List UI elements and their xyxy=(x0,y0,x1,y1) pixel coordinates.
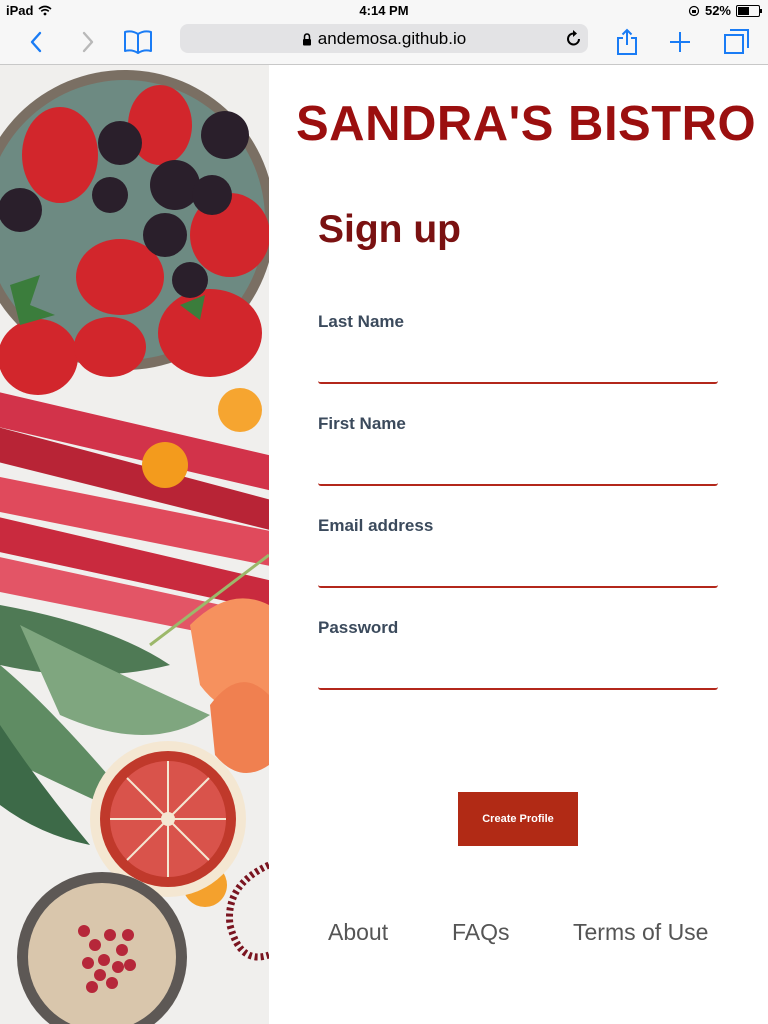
food-photo xyxy=(0,65,269,1024)
bookmarks-icon xyxy=(124,30,152,54)
bookmarks-button[interactable] xyxy=(122,26,154,58)
email-field: Email address xyxy=(318,516,718,600)
footer-link-about[interactable]: About xyxy=(328,919,388,946)
last-name-input[interactable] xyxy=(318,334,718,384)
forward-button[interactable] xyxy=(72,26,104,58)
back-icon xyxy=(30,31,42,53)
battery-percent: 52% xyxy=(704,3,731,18)
footer-link-terms[interactable]: Terms of Use xyxy=(573,919,708,946)
orientation-lock-icon xyxy=(688,5,700,16)
browser-toolbar: andemosa.github.io xyxy=(0,20,768,65)
back-button[interactable] xyxy=(20,26,52,58)
url-text: andemosa.github.io xyxy=(317,29,467,48)
page-title: Sign up xyxy=(318,208,461,251)
field-label: Password xyxy=(318,618,399,637)
brand-title: SANDRA'S BISTRO xyxy=(296,97,757,151)
password-field: Password xyxy=(318,618,718,702)
forward-icon xyxy=(82,31,94,53)
first-name-field: First Name xyxy=(318,414,718,498)
share-button[interactable] xyxy=(611,26,643,58)
address-bar[interactable]: andemosa.github.io xyxy=(180,24,588,53)
reload-icon[interactable] xyxy=(566,29,582,47)
create-profile-button[interactable]: Create Profile xyxy=(458,792,578,846)
first-name-input[interactable] xyxy=(318,436,718,486)
share-icon xyxy=(617,28,637,55)
status-bar: iPad 4:14 PM 52% xyxy=(0,0,768,20)
status-right: 52% xyxy=(688,3,762,18)
field-label: Last Name xyxy=(318,312,404,331)
tabs-icon xyxy=(724,29,749,54)
new-tab-icon xyxy=(670,32,690,52)
field-label: First Name xyxy=(318,414,406,433)
url-display: andemosa.github.io xyxy=(180,29,588,49)
last-name-field: Last Name xyxy=(318,312,718,396)
email-input[interactable] xyxy=(318,538,718,588)
battery-icon xyxy=(736,4,762,17)
footer-link-faqs[interactable]: FAQs xyxy=(452,919,510,946)
clock: 4:14 PM xyxy=(359,3,409,18)
field-label: Email address xyxy=(318,516,434,535)
password-input[interactable] xyxy=(318,640,718,690)
lock-icon xyxy=(302,33,311,46)
new-tab-button[interactable] xyxy=(664,26,696,58)
tabs-button[interactable] xyxy=(720,26,752,58)
